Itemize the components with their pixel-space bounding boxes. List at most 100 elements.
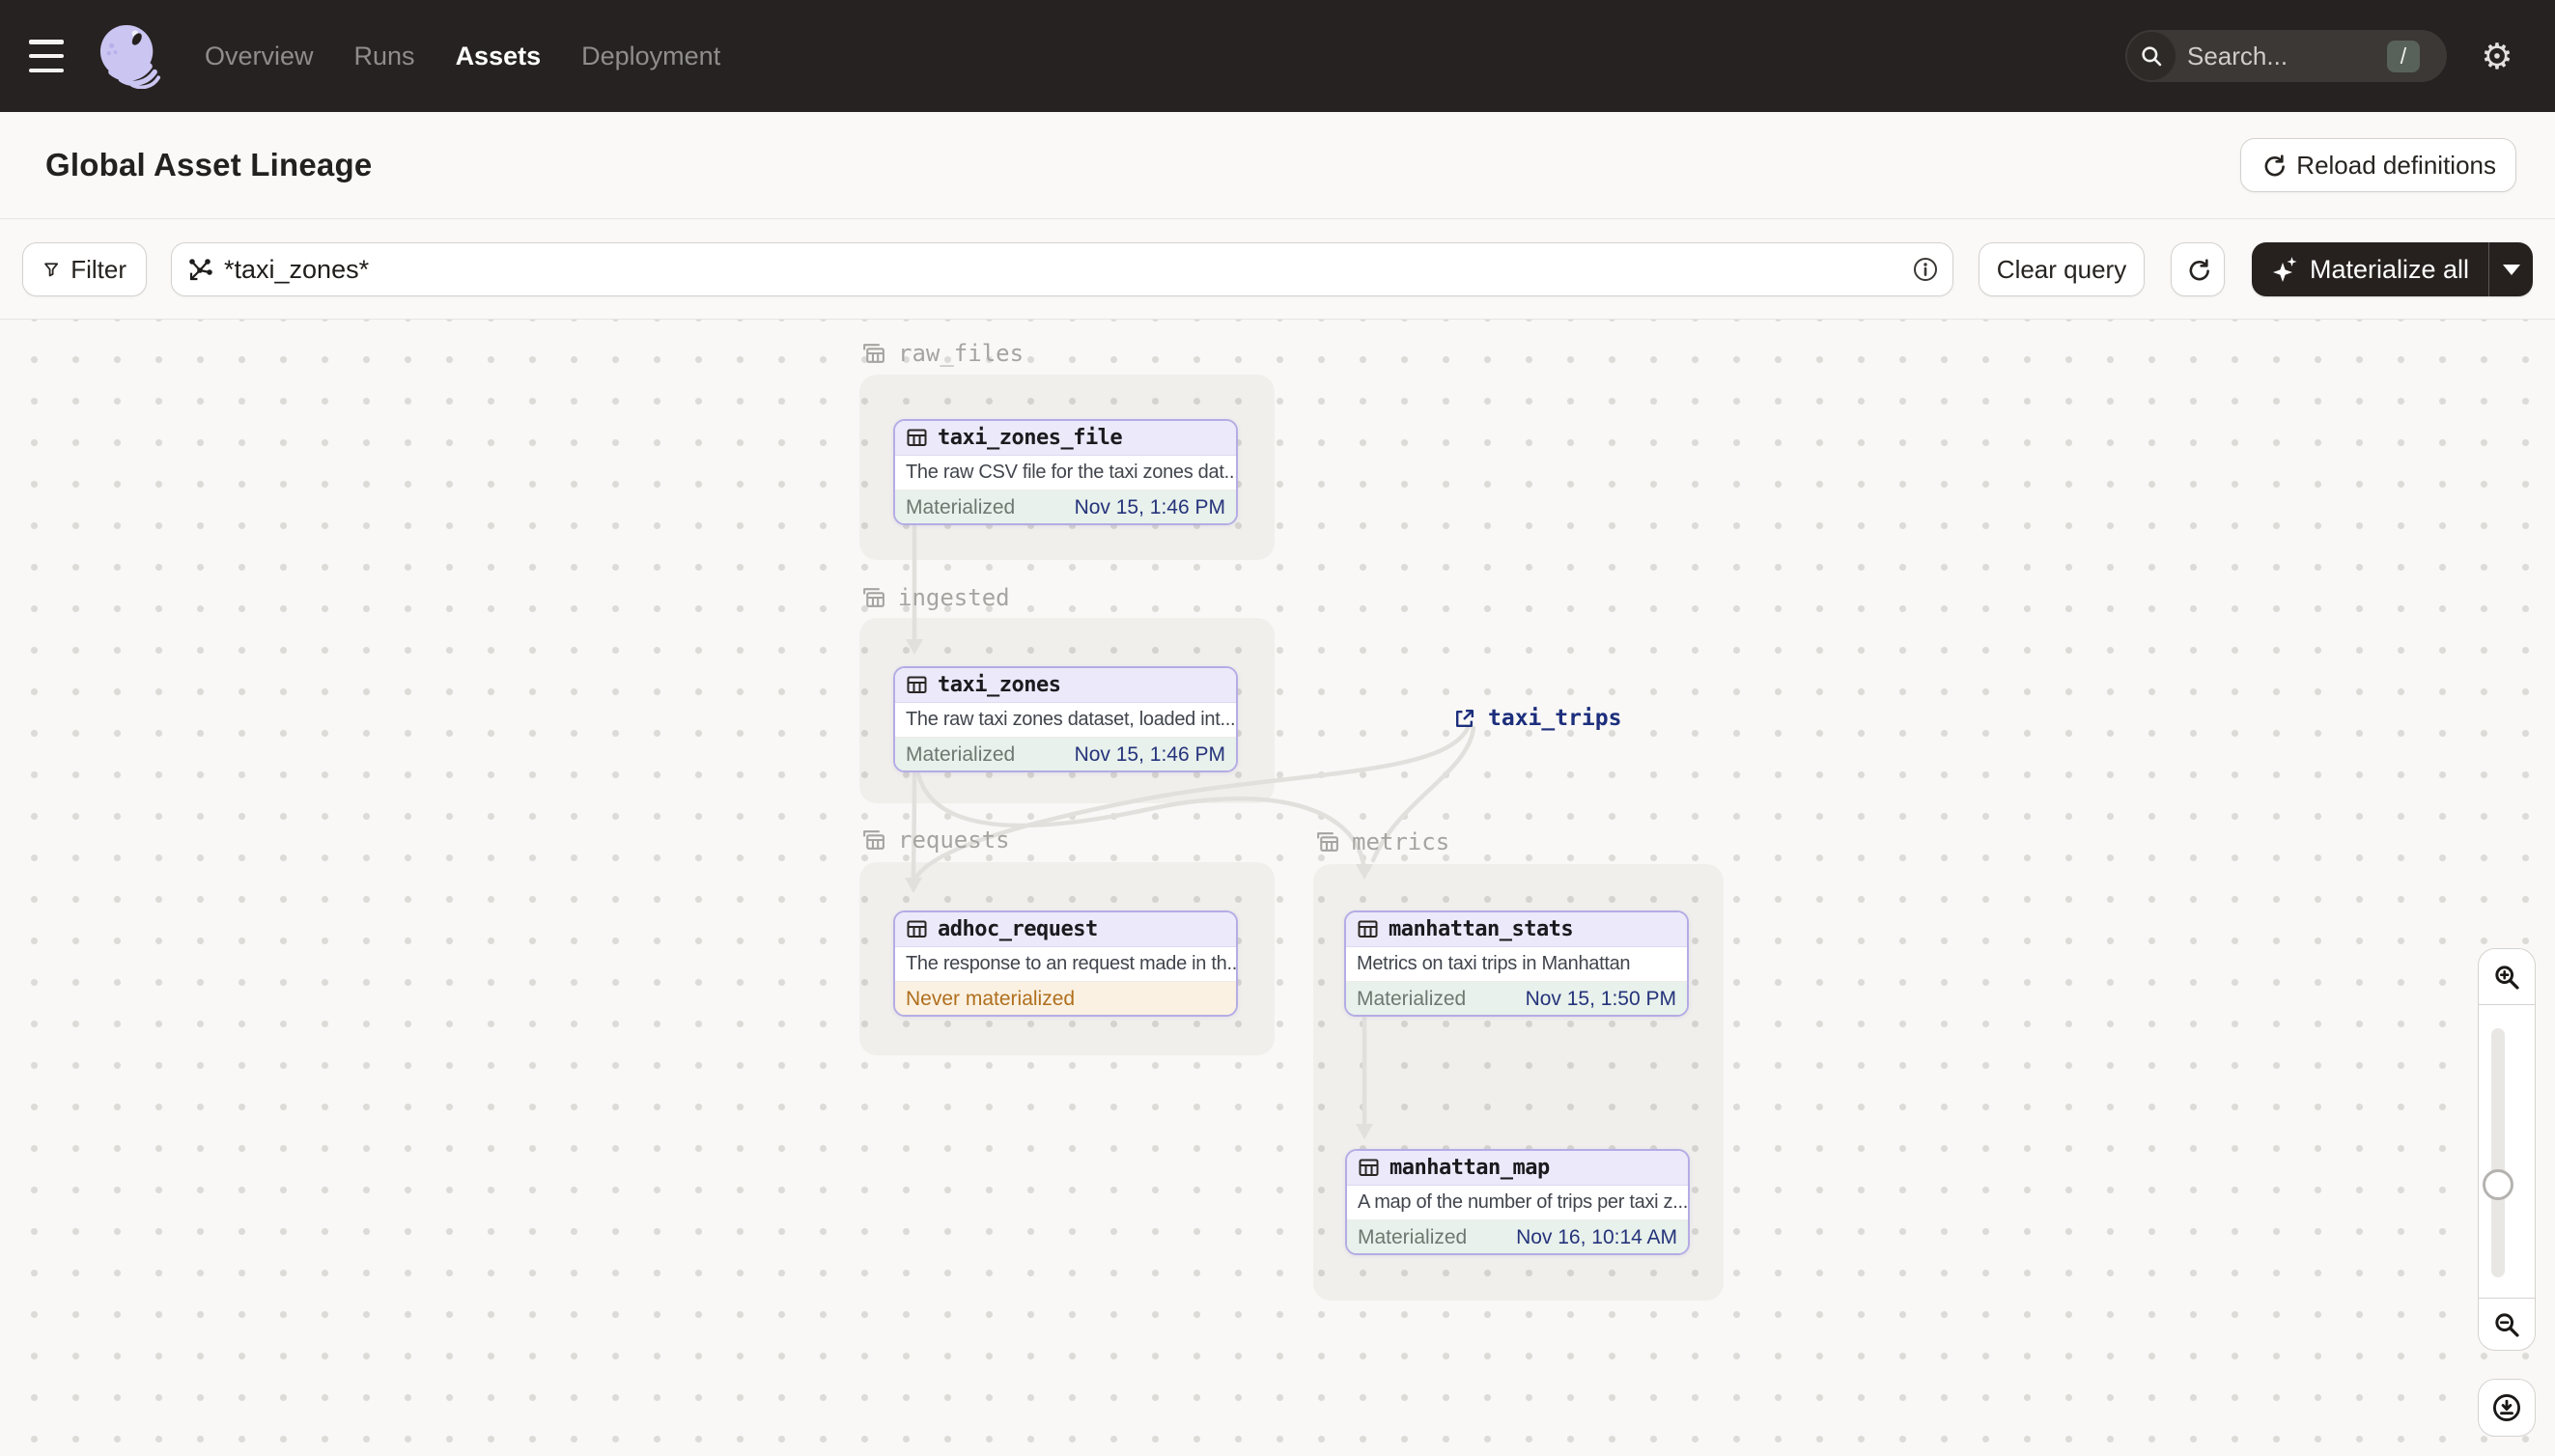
nav-item-runs[interactable]: Runs <box>354 42 415 71</box>
filter-button[interactable]: Filter <box>22 242 147 296</box>
zoom-slider-track[interactable] <box>2491 1028 2505 1277</box>
search-input[interactable] <box>2187 41 2371 71</box>
caret-down-icon <box>2502 264 2520 275</box>
refresh-icon <box>2189 259 2209 281</box>
zoom-slider-handle[interactable] <box>2483 1169 2513 1200</box>
table-icon <box>1359 1159 1379 1176</box>
status-label: Materialized <box>1357 987 1467 1010</box>
asset-status-row: Never materialized <box>895 982 1236 1015</box>
external-asset-taxi-trips[interactable]: taxi_trips <box>1452 706 1621 731</box>
asset-name: taxi_zones <box>938 673 1061 697</box>
status-label: Materialized <box>906 742 1016 766</box>
top-nav: Overview Runs Assets Deployment / ⚙ <box>0 0 2555 112</box>
zoom-in-icon <box>2495 965 2519 990</box>
asset-description: Metrics on taxi trips in Manhattan <box>1346 947 1687 982</box>
asset-description: The raw taxi zones dataset, loaded int..… <box>895 703 1236 738</box>
reload-definitions-label: Reload definitions <box>2296 150 2496 180</box>
asset-node-taxi-zones-file[interactable]: taxi_zones_file The raw CSV file for the… <box>893 419 1238 525</box>
lineage-canvas[interactable]: raw_files ingested requests metrics taxi… <box>0 320 2555 1456</box>
asset-node-header: manhattan_stats <box>1346 912 1687 947</box>
nav-item-assets[interactable]: Assets <box>456 42 542 71</box>
asset-description: The raw CSV file for the taxi zones dat.… <box>895 456 1236 490</box>
clear-query-label: Clear query <box>1996 254 2127 284</box>
status-timestamp: Nov 16, 10:14 AM <box>1516 1225 1677 1248</box>
asset-name: taxi_zones_file <box>938 426 1123 450</box>
materialize-all-label: Materialize all <box>2310 254 2470 284</box>
materialize-options-button[interactable] <box>2488 242 2534 296</box>
asset-query-input-wrap <box>171 242 1953 296</box>
settings-gear-icon[interactable]: ⚙ <box>2460 39 2534 74</box>
filter-label: Filter <box>70 254 126 284</box>
zoom-in-button[interactable] <box>2478 948 2536 1005</box>
asset-name: manhattan_map <box>1390 1156 1550 1180</box>
asset-node-header: manhattan_map <box>1347 1151 1688 1186</box>
funnel-icon <box>44 263 59 277</box>
table-icon <box>907 429 927 446</box>
asset-status-row: Materialized Nov 15, 1:50 PM <box>1346 982 1687 1015</box>
search-shortcut-badge: / <box>2387 40 2420 72</box>
table-icon <box>1358 920 1378 938</box>
nav-right: / ⚙ <box>2125 30 2555 82</box>
status-timestamp: Nov 15, 1:46 PM <box>1074 495 1225 518</box>
zoom-out-icon <box>2495 1312 2519 1337</box>
refresh-graph-button[interactable] <box>2171 242 2225 296</box>
asset-group-icon <box>863 343 884 363</box>
group-name: ingested <box>898 584 1010 611</box>
external-asset-name: taxi_trips <box>1488 706 1622 731</box>
info-icon[interactable] <box>1912 256 1939 283</box>
status-label: Materialized <box>1358 1225 1468 1248</box>
external-link-icon <box>1456 709 1474 727</box>
graph-query-icon <box>189 259 212 281</box>
nav-item-deployment[interactable]: Deployment <box>581 42 720 71</box>
group-name: metrics <box>1352 828 1450 855</box>
dagster-logo-icon[interactable] <box>98 23 162 89</box>
asset-group-icon <box>863 829 884 850</box>
zoom-slider[interactable] <box>2478 1005 2536 1298</box>
lineage-edges <box>905 524 1476 1139</box>
nav-item-overview[interactable]: Overview <box>205 42 314 71</box>
status-label: Never materialized <box>906 987 1076 1010</box>
asset-node-manhattan-stats[interactable]: manhattan_stats Metrics on taxi trips in… <box>1344 910 1689 1017</box>
group-name: raw_files <box>898 340 1025 367</box>
zoom-out-button[interactable] <box>2478 1298 2536 1351</box>
reload-definitions-button[interactable]: Reload definitions <box>2240 138 2516 192</box>
asset-query-input[interactable] <box>224 254 1912 285</box>
lineage-toolbar: Filter Clear query <box>0 219 2555 320</box>
nav-links: Overview Runs Assets Deployment <box>205 42 720 71</box>
table-icon <box>907 676 927 693</box>
asset-node-header: taxi_zones_file <box>895 421 1236 456</box>
materialize-all-group: Materialize all <box>2252 242 2534 296</box>
group-label-ingested[interactable]: ingested <box>860 584 1010 611</box>
download-icon <box>2493 1394 2520 1421</box>
refresh-icon <box>2264 154 2286 177</box>
sparkle-icon <box>2273 257 2297 282</box>
group-name: requests <box>898 826 1010 854</box>
asset-name: adhoc_request <box>938 917 1098 941</box>
status-label: Materialized <box>906 495 1016 518</box>
page-header: Global Asset Lineage Reload definitions <box>0 112 2555 219</box>
asset-node-header: taxi_zones <box>895 668 1236 703</box>
asset-status-row: Materialized Nov 16, 10:14 AM <box>1347 1220 1688 1253</box>
group-label-metrics[interactable]: metrics <box>1314 828 1449 855</box>
asset-status-row: Materialized Nov 15, 1:46 PM <box>895 490 1236 523</box>
zoom-controls <box>2478 948 2536 1351</box>
status-timestamp: Nov 15, 1:50 PM <box>1525 987 1676 1010</box>
asset-node-adhoc-request[interactable]: adhoc_request The response to an request… <box>893 910 1238 1017</box>
status-timestamp: Nov 15, 1:46 PM <box>1074 742 1225 766</box>
dagster-app: Overview Runs Assets Deployment / ⚙ Glob… <box>0 0 2555 1456</box>
group-label-requests[interactable]: requests <box>860 826 1010 854</box>
clear-query-button[interactable]: Clear query <box>1979 242 2145 296</box>
group-label-raw-files[interactable]: raw_files <box>860 340 1024 367</box>
asset-group-icon <box>863 587 884 607</box>
asset-node-manhattan-map[interactable]: manhattan_map A map of the number of tri… <box>1345 1149 1690 1255</box>
asset-node-taxi-zones[interactable]: taxi_zones The raw taxi zones dataset, l… <box>893 666 1238 772</box>
search-box[interactable]: / <box>2125 30 2447 82</box>
asset-group-icon <box>1317 831 1338 852</box>
asset-description: The response to an request made in th... <box>895 947 1236 982</box>
asset-name: manhattan_stats <box>1389 917 1574 941</box>
hamburger-menu-icon[interactable] <box>29 40 68 72</box>
asset-node-header: adhoc_request <box>895 912 1236 947</box>
download-graph-button[interactable] <box>2478 1379 2536 1437</box>
asset-status-row: Materialized Nov 15, 1:46 PM <box>895 738 1236 770</box>
materialize-all-button[interactable]: Materialize all <box>2252 242 2489 296</box>
